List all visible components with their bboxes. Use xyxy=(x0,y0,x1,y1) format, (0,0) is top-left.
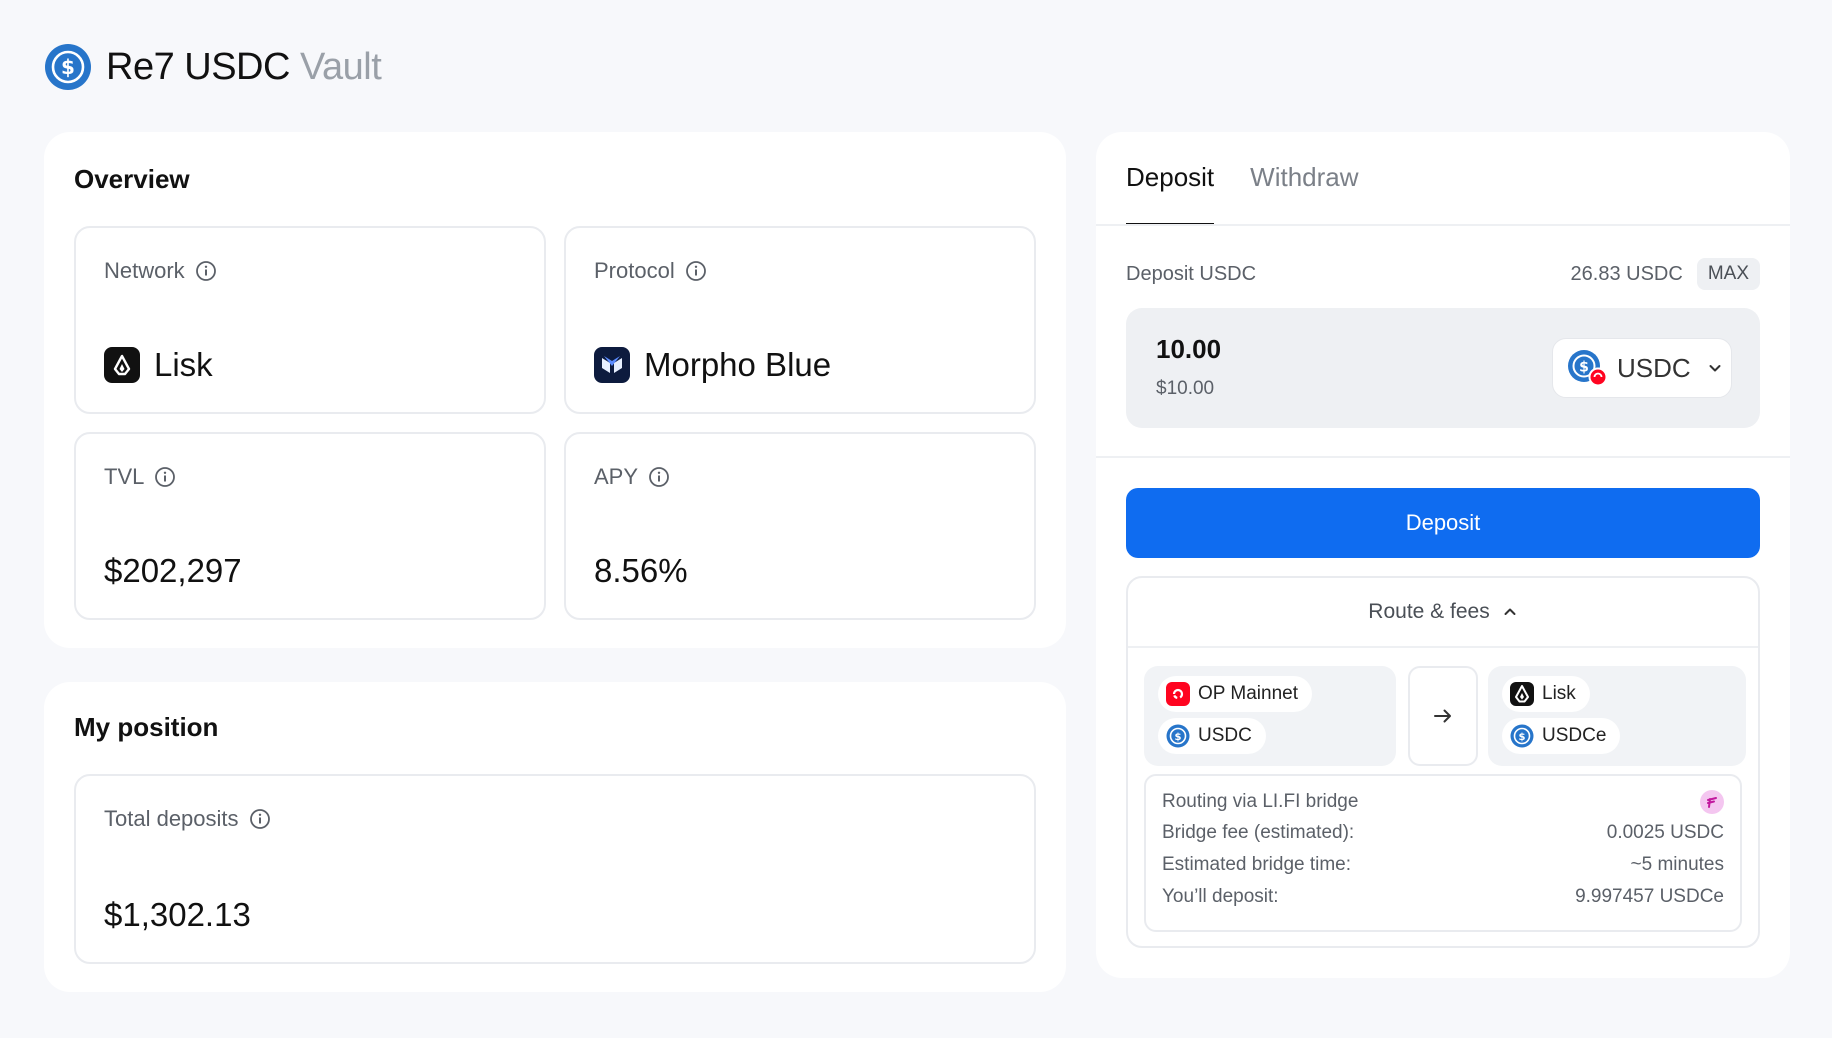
title-main: Re7 USDC xyxy=(106,45,290,88)
usdce-icon: $ xyxy=(1510,724,1534,748)
overview-card: Overview Network Lisk Protocol Morpho Bl… xyxy=(44,132,1066,648)
time-value: ~5 minutes xyxy=(1630,854,1724,875)
to-token-pill: $ USDCe xyxy=(1502,718,1621,754)
you-deposit-value: 9.997457 USDCe xyxy=(1575,886,1724,907)
lifi-icon xyxy=(1700,790,1724,814)
from-chain-label: OP Mainnet xyxy=(1198,683,1298,704)
route-fees-toggle[interactable]: Route & fees xyxy=(1128,578,1758,648)
tab-divider xyxy=(1096,224,1790,226)
info-icon[interactable] xyxy=(154,466,176,488)
route-details: Routing via LI.FI bridge Bridge fee (est… xyxy=(1144,774,1742,932)
from-token-pill: $ USDC xyxy=(1158,718,1266,754)
op-mainnet-icon xyxy=(1166,682,1190,706)
routing-label: Routing via LI.FI bridge xyxy=(1162,791,1359,812)
svg-text:$: $ xyxy=(1175,732,1182,743)
from-chain-pill: OP Mainnet xyxy=(1158,676,1312,712)
chevron-up-icon xyxy=(1504,608,1516,615)
route-fees-card: Route & fees OP Mainnet $ USDC Lisk $ US… xyxy=(1126,576,1760,948)
usdc-icon: $ xyxy=(45,44,91,90)
usdc-icon: $ xyxy=(1166,724,1190,748)
protocol-tile: Protocol Morpho Blue xyxy=(564,226,1036,414)
you-deposit-label: You’ll deposit: xyxy=(1162,886,1279,907)
deposit-button[interactable]: Deposit xyxy=(1126,488,1760,558)
total-deposits-value: $1,302.13 xyxy=(104,896,251,933)
deposit-panel: Deposit Withdraw Deposit USDC 26.83 USDC… xyxy=(1096,132,1790,978)
morpho-icon xyxy=(594,347,630,383)
tvl-value: $202,297 xyxy=(104,552,242,589)
overview-title: Overview xyxy=(74,164,190,194)
max-button[interactable]: MAX xyxy=(1696,258,1760,290)
info-icon[interactable] xyxy=(249,808,271,830)
lisk-icon xyxy=(1510,682,1534,706)
deposit-label: Deposit USDC xyxy=(1126,262,1257,285)
to-chain-pill: Lisk xyxy=(1502,676,1590,712)
to-token-label: USDCe xyxy=(1542,725,1607,746)
svg-text:$: $ xyxy=(1519,732,1526,743)
svg-text:$: $ xyxy=(61,55,75,79)
tvl-label: TVL xyxy=(104,464,145,489)
route-from: OP Mainnet $ USDC xyxy=(1144,666,1396,766)
usdc-op-icon: $ xyxy=(1568,350,1607,387)
detail-row-fee: Bridge fee (estimated): 0.0025 USDC xyxy=(1162,822,1724,844)
from-token-label: USDC xyxy=(1198,725,1252,746)
tab-withdraw[interactable]: Withdraw xyxy=(1250,162,1358,226)
detail-row-routing: Routing via LI.FI bridge xyxy=(1162,790,1724,814)
info-icon[interactable] xyxy=(195,260,217,282)
page-title: Re7 USDC Vault xyxy=(106,45,382,89)
balance-value: 26.83 USDC xyxy=(1570,262,1683,285)
page-header: $ Re7 USDC Vault xyxy=(44,42,382,92)
svg-text:$: $ xyxy=(1579,360,1589,376)
total-deposits-label: Total deposits xyxy=(104,806,239,831)
lisk-icon xyxy=(104,347,140,383)
divider xyxy=(1096,456,1790,458)
apy-tile: APY 8.56% xyxy=(564,432,1036,620)
token-select[interactable]: $ USDC xyxy=(1552,338,1732,398)
total-deposits-tile: Total deposits $1,302.13 xyxy=(74,774,1036,964)
detail-row-time: Estimated bridge time: ~5 minutes xyxy=(1162,854,1724,876)
route-arrow xyxy=(1408,666,1478,766)
network-label: Network xyxy=(104,258,185,283)
position-title: My position xyxy=(74,712,219,742)
detail-row-deposit: You’ll deposit: 9.997457 USDCe xyxy=(1162,886,1724,908)
chevron-down-icon xyxy=(1709,365,1721,372)
token-label: USDC xyxy=(1617,352,1691,383)
to-chain-label: Lisk xyxy=(1542,683,1576,704)
route-fees-label: Route & fees xyxy=(1368,600,1490,623)
info-icon[interactable] xyxy=(685,260,707,282)
amount-input[interactable]: 10.00 xyxy=(1156,334,1221,365)
apy-value: 8.56% xyxy=(594,552,688,589)
tvl-tile: TVL $202,297 xyxy=(74,432,546,620)
position-card: My position Total deposits $1,302.13 xyxy=(44,682,1066,992)
apy-label: APY xyxy=(594,464,639,489)
amount-box: 10.00 $10.00 $ USDC xyxy=(1126,308,1760,428)
tab-deposit[interactable]: Deposit xyxy=(1126,162,1215,226)
fee-value: 0.0025 USDC xyxy=(1606,822,1724,843)
arrow-right-icon xyxy=(1434,709,1451,723)
protocol-label: Protocol xyxy=(594,258,675,283)
info-icon[interactable] xyxy=(648,466,670,488)
protocol-value: Morpho Blue xyxy=(644,346,832,383)
title-sub: Vault xyxy=(300,45,382,88)
network-value: Lisk xyxy=(154,346,213,383)
time-label: Estimated bridge time: xyxy=(1162,854,1352,875)
network-tile: Network Lisk xyxy=(74,226,546,414)
fee-label: Bridge fee (estimated): xyxy=(1162,822,1355,843)
tabs: Deposit Withdraw xyxy=(1126,162,1359,226)
amount-usd: $10.00 xyxy=(1156,378,1215,399)
route-to: Lisk $ USDCe xyxy=(1488,666,1746,766)
